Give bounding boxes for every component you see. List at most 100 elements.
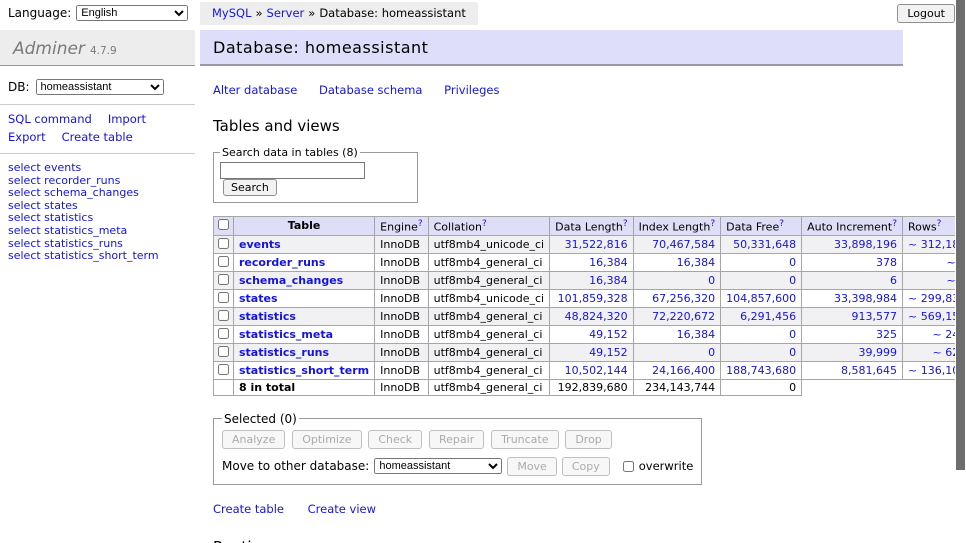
- total-data-length-cell: 192,839,680: [550, 379, 633, 395]
- row-checkbox[interactable]: [218, 328, 229, 339]
- data-free-cell: 0: [721, 325, 802, 343]
- total-data-free-cell: 0: [721, 379, 802, 395]
- check-button[interactable]: Check: [368, 430, 422, 449]
- column-header-index-length: Index Length?: [633, 217, 721, 236]
- sidebar-select-link[interactable]: select events: [8, 162, 187, 175]
- total-label-cell: 8 in total: [234, 379, 375, 395]
- table-name-link[interactable]: statistics_meta: [239, 328, 333, 341]
- index-length-cell: 0: [633, 343, 721, 361]
- sidebar-select-link[interactable]: select statistics_meta: [8, 225, 187, 238]
- table-name-link[interactable]: statistics_short_term: [239, 364, 369, 377]
- truncate-button[interactable]: Truncate: [491, 430, 558, 449]
- row-checkbox[interactable]: [218, 292, 229, 303]
- routines-heading: Routines: [213, 538, 903, 543]
- table-name-link[interactable]: statistics_runs: [239, 346, 329, 359]
- table-name-cell: statistics_runs: [234, 343, 375, 361]
- index-length-cell: 72,220,672: [633, 307, 721, 325]
- column-help-link[interactable]: ?: [482, 219, 487, 229]
- table-row: statesInnoDButf8mb4_unicode_ci101,859,32…: [214, 289, 966, 307]
- engine-cell: InnoDB: [375, 253, 428, 271]
- auto-increment-cell: 378: [802, 253, 903, 271]
- privileges-link[interactable]: Privileges: [444, 83, 499, 97]
- column-header-label: Auto Increment: [807, 221, 892, 234]
- table-name-cell: statistics_short_term: [234, 361, 375, 379]
- db-selector-row: DB: homeassistant: [0, 66, 195, 105]
- engine-cell: InnoDB: [375, 325, 428, 343]
- tables-body: eventsInnoDButf8mb4_unicode_ci31,522,816…: [214, 235, 966, 395]
- move-button[interactable]: Move: [507, 457, 557, 476]
- select-all-checkbox[interactable]: [218, 219, 229, 230]
- repair-button[interactable]: Repair: [429, 430, 484, 449]
- data-length-cell: 101,859,328: [550, 289, 633, 307]
- total-collation-cell: utf8mb4_general_ci: [428, 379, 549, 395]
- selected-legend: Selected (0): [222, 412, 299, 426]
- table-name-link[interactable]: statistics: [239, 310, 296, 323]
- column-help-link[interactable]: ?: [892, 219, 897, 229]
- sidebar-select-link[interactable]: select statistics_short_term: [8, 250, 187, 263]
- db-label: DB:: [8, 80, 30, 94]
- move-database-select[interactable]: homeassistant: [374, 458, 502, 474]
- table-name-link[interactable]: schema_changes: [239, 274, 343, 287]
- index-length-cell: 16,384: [633, 325, 721, 343]
- row-checkbox[interactable]: [218, 346, 229, 357]
- column-help-link[interactable]: ?: [937, 219, 942, 229]
- export-link[interactable]: Export: [8, 130, 46, 144]
- table-name-link[interactable]: recorder_runs: [239, 256, 325, 269]
- column-help-link[interactable]: ?: [623, 219, 628, 229]
- data-length-cell: 16,384: [550, 253, 633, 271]
- row-select-cell: [214, 289, 234, 307]
- table-name-link[interactable]: states: [239, 292, 278, 305]
- create-table-link-sidebar[interactable]: Create table: [62, 130, 133, 144]
- column-header-auto-increment: Auto Increment?: [802, 217, 903, 236]
- row-checkbox[interactable]: [218, 364, 229, 375]
- sidebar-commands: SQL command Import Export Create table: [0, 105, 195, 154]
- sql-command-link[interactable]: SQL command: [8, 112, 92, 126]
- optimize-button[interactable]: Optimize: [292, 430, 361, 449]
- engine-cell: InnoDB: [375, 343, 428, 361]
- row-checkbox[interactable]: [218, 310, 229, 321]
- engine-cell: InnoDB: [375, 307, 428, 325]
- data-free-cell: 104,857,600: [721, 289, 802, 307]
- db-select[interactable]: homeassistant: [36, 79, 164, 95]
- total-index-length-cell: 234,143,744: [633, 379, 721, 395]
- drop-button[interactable]: Drop: [565, 430, 611, 449]
- app-version: 4.7.9: [90, 45, 117, 57]
- collation-cell: utf8mb4_general_ci: [428, 325, 549, 343]
- column-header-label: Collation: [434, 221, 482, 234]
- overwrite-option[interactable]: overwrite: [619, 458, 694, 475]
- alter-database-link[interactable]: Alter database: [213, 83, 297, 97]
- create-view-link[interactable]: Create view: [308, 502, 376, 516]
- index-length-cell: 67,256,320: [633, 289, 721, 307]
- sidebar-select-link[interactable]: select schema_changes: [8, 187, 187, 200]
- auto-increment-cell: 33,898,196: [802, 235, 903, 253]
- data-length-cell: 16,384: [550, 271, 633, 289]
- database-schema-link[interactable]: Database schema: [319, 83, 422, 97]
- language-select[interactable]: English: [76, 5, 188, 21]
- column-help-link[interactable]: ?: [710, 219, 715, 229]
- auto-increment-cell: 325: [802, 325, 903, 343]
- column-header-label: Table: [288, 219, 321, 232]
- row-checkbox[interactable]: [218, 256, 229, 267]
- language-row: Language: English: [0, 0, 195, 25]
- index-length-cell: 0: [633, 271, 721, 289]
- search-button[interactable]: Search: [223, 179, 277, 196]
- search-input[interactable]: [220, 162, 365, 179]
- overwrite-label-text: overwrite: [639, 459, 694, 473]
- selected-fieldset: Selected (0) Analyze Optimize Check Repa…: [213, 412, 702, 485]
- row-select-cell: [214, 361, 234, 379]
- scrollbar-thumb[interactable]: [956, 0, 965, 470]
- row-checkbox[interactable]: [218, 274, 229, 285]
- import-link[interactable]: Import: [108, 112, 146, 126]
- logout-button[interactable]: Logout: [897, 4, 955, 23]
- analyze-button[interactable]: Analyze: [222, 430, 285, 449]
- column-help: ?: [937, 218, 942, 229]
- column-help-link[interactable]: ?: [779, 219, 784, 229]
- table-row: statistics_meta InnoDButf8mb4_general_ci4…: [214, 325, 966, 343]
- row-checkbox[interactable]: [218, 238, 229, 249]
- data-length-cell: 49,152: [550, 325, 633, 343]
- overwrite-checkbox[interactable]: [623, 461, 634, 472]
- copy-button[interactable]: Copy: [562, 457, 610, 476]
- create-table-link[interactable]: Create table: [213, 502, 284, 516]
- column-help-link[interactable]: ?: [418, 219, 423, 229]
- table-name-link[interactable]: events: [239, 238, 281, 251]
